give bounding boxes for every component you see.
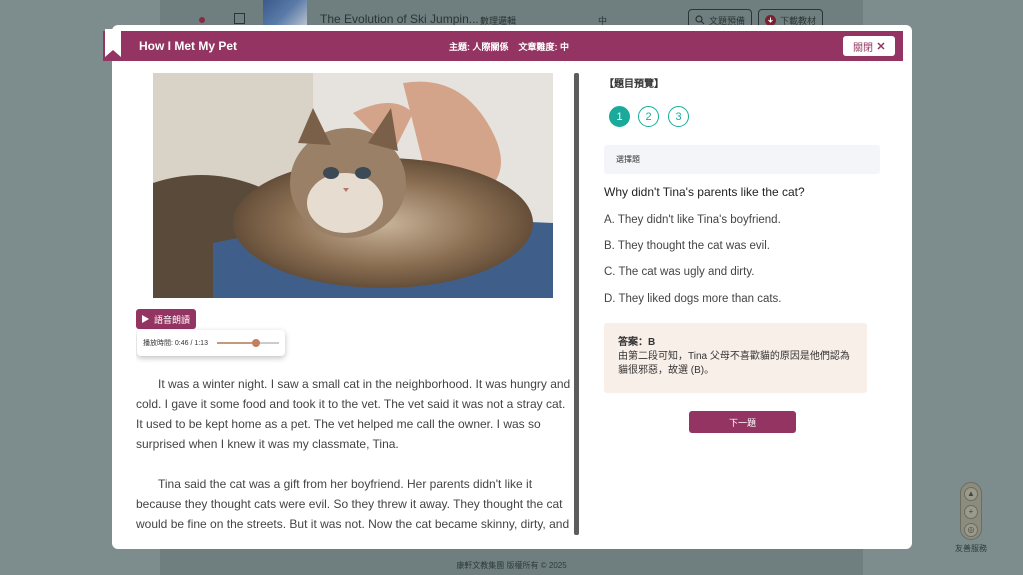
quiz-panel: 【題目預覽】 1 2 3 選擇題 Why didn't Tina's paren… bbox=[604, 73, 880, 539]
up-icon[interactable]: ▲ bbox=[964, 487, 978, 501]
play-icon bbox=[141, 315, 149, 323]
next-question-button[interactable]: 下一題 bbox=[689, 411, 796, 433]
row-thumbnail bbox=[263, 0, 307, 28]
playback-time: 播放時間: 0:46 / 1:13 bbox=[143, 340, 208, 347]
difficulty-label: 文章難度: 中 bbox=[518, 42, 570, 52]
article-panel: 語音朗讀 播放時間: 0:46 / 1:13 It was a winter n… bbox=[136, 73, 576, 539]
row-checkbox[interactable] bbox=[234, 13, 245, 24]
answer-title: 答案：B bbox=[618, 337, 656, 348]
topic-label: 主題: 人際關係 bbox=[449, 42, 509, 52]
scrollbar-thumb[interactable] bbox=[574, 73, 579, 535]
row-title[interactable]: The Evolution of Ski Jumpin... bbox=[320, 12, 479, 26]
article-scrollbar[interactable] bbox=[574, 73, 579, 535]
modal-header: How I Met My Pet 主題: 人際關係 文章難度: 中 關閉 bbox=[103, 29, 903, 61]
option-b[interactable]: B. They thought the cat was evil. bbox=[604, 240, 770, 252]
option-d[interactable]: D. They liked dogs more than cats. bbox=[604, 293, 782, 305]
settings-icon[interactable]: ◎ bbox=[964, 523, 978, 537]
answer-box: 答案：B 由第二段可知，Tina 父母不喜歡貓的原因是他們認為貓很邪惡，故選 (… bbox=[604, 323, 867, 393]
close-button[interactable]: 關閉 bbox=[843, 36, 895, 56]
audio-progress-handle[interactable] bbox=[252, 339, 261, 347]
read-aloud-label: 語音朗讀 bbox=[153, 314, 190, 325]
option-a[interactable]: A. They didn't like Tina's boyfriend. bbox=[604, 214, 781, 226]
bookmark-icon bbox=[105, 29, 121, 57]
accessibility-widget[interactable]: ▲ + ◎ bbox=[960, 482, 982, 540]
status-dot bbox=[199, 17, 205, 23]
accessibility-label: 友善服務 bbox=[955, 544, 987, 553]
story-paragraph-1: It was a winter night. I saw a small cat… bbox=[136, 377, 571, 451]
plus-icon[interactable]: + bbox=[964, 505, 978, 519]
modal-title: How I Met My Pet bbox=[139, 39, 238, 53]
article-modal: How I Met My Pet 主題: 人際關係 文章難度: 中 關閉 語音朗… bbox=[103, 25, 912, 549]
answer-explanation: 由第二段可知，Tina 父母不喜歡貓的原因是他們認為貓很邪惡，故選 (B)。 bbox=[618, 351, 850, 376]
question-number-3[interactable]: 3 bbox=[668, 106, 689, 127]
question-number-2[interactable]: 2 bbox=[638, 106, 659, 127]
audio-progress-track[interactable] bbox=[217, 339, 279, 347]
audio-player: 播放時間: 0:46 / 1:13 bbox=[137, 330, 285, 356]
option-c[interactable]: C. The cat was ugly and dirty. bbox=[604, 266, 754, 278]
question-number-1[interactable]: 1 bbox=[609, 106, 630, 127]
audio-progress-fill bbox=[217, 342, 257, 344]
footer-copyright: 康軒文教集團 版權所有 © 2025 bbox=[456, 561, 567, 570]
question-type: 選擇題 bbox=[604, 145, 880, 174]
preview-heading: 【題目預覽】 bbox=[604, 79, 664, 90]
read-aloud-button[interactable]: 語音朗讀 bbox=[136, 309, 196, 329]
story-text: It was a winter night. I saw a small cat… bbox=[136, 374, 572, 539]
download-icon bbox=[765, 14, 776, 26]
question-text: Why didn't Tina's parents like the cat? bbox=[604, 185, 805, 199]
close-icon bbox=[877, 42, 885, 50]
article-meta: 主題: 人際關係 文章難度: 中 bbox=[449, 40, 569, 53]
search-icon bbox=[695, 15, 705, 25]
story-paragraph-2: Tina said the cat was a gift from her bo… bbox=[136, 477, 570, 539]
close-label: 關閉 bbox=[853, 42, 873, 54]
article-photo bbox=[153, 73, 553, 298]
